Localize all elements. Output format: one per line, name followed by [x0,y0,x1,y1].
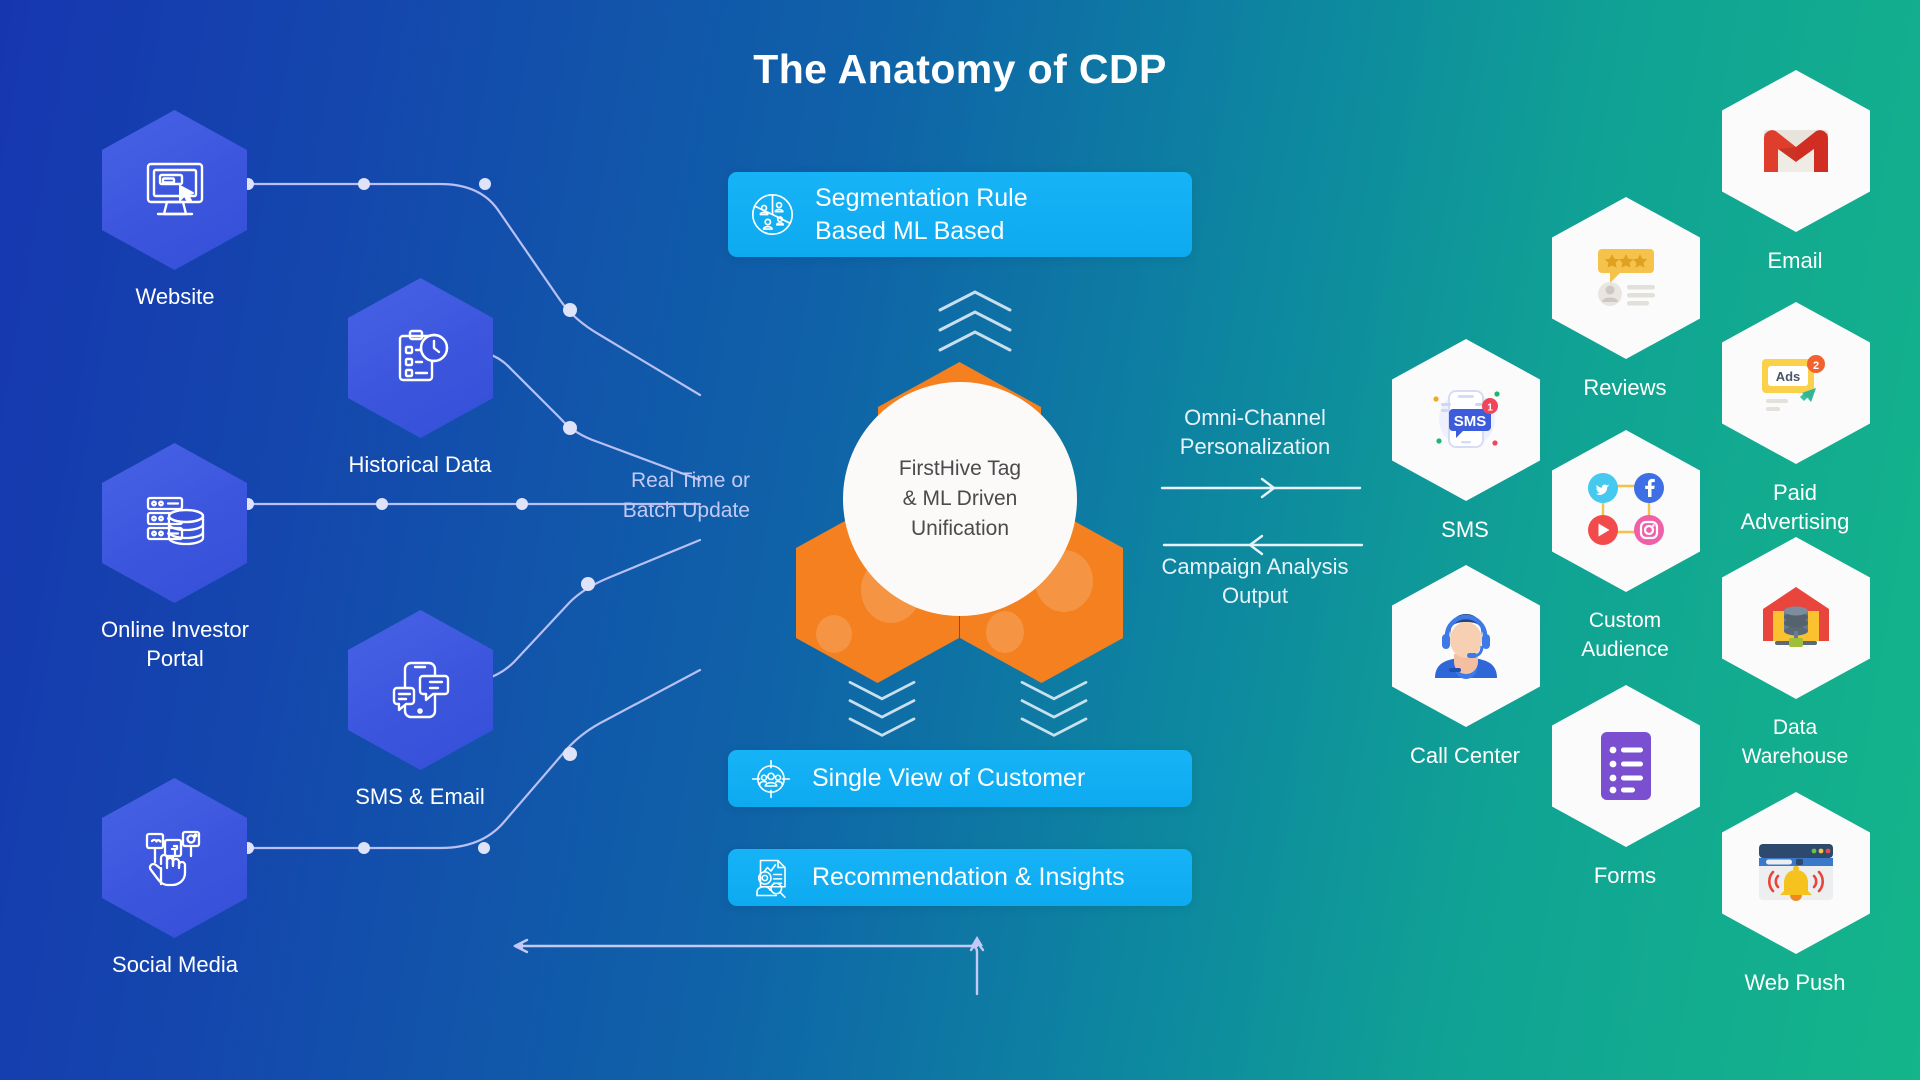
social-hand-icon [145,830,200,887]
banner-recommendation-insights[interactable]: Recommendation & Insights [728,849,1192,906]
destination-label: Paid Advertising [1740,480,1850,534]
flow-label-campaign-analysis: Campaign Analysis Output [1161,554,1349,608]
ads-badge-text: Ads [1776,369,1801,384]
destination-label: Web Push [1744,970,1846,995]
svg-text:1: 1 [1487,403,1493,414]
sms-phone-icon: SMS 1 [1433,390,1500,448]
hexagon-shape [1722,792,1870,954]
chevrons-down-right [1020,680,1088,737]
banner-single-view-of-customer[interactable]: Single View of Customer [728,750,1192,807]
svg-text:SMS: SMS [1454,413,1487,430]
source-label: Website [135,284,215,309]
destination-label: SMS [1441,517,1489,542]
source-label: Online Investor Portal [101,617,249,671]
destination-label: Forms [1593,863,1657,888]
target-people-icon [751,759,791,798]
phone-chat-icon [392,661,449,719]
source-label: SMS & Email [355,784,485,809]
page-title: The Anatomy of CDP [753,46,1167,92]
segmentation-pie-people-icon [751,193,794,236]
hexagon-shape [1722,537,1870,699]
banner-label: Recommendation & Insights [812,863,1125,891]
infographic-canvas: The Anatomy of CDP Real Time or Batch Up… [0,0,1920,1080]
feedback-loop-arrow [513,936,985,996]
svg-text:2: 2 [1813,360,1819,372]
hexagon-shape [102,778,247,938]
banner-label: Single View of Customer [812,764,1086,792]
chevrons-up [938,290,1012,352]
hexagon-shape: Ads 2 [1722,302,1870,464]
clipboard-clock-icon [398,329,448,382]
monitor-cursor-icon [146,162,203,216]
hexagon-shape [102,110,247,270]
ads-icon: Ads 2 [1762,355,1825,411]
warehouse-database-icon [1763,587,1829,647]
source-label: Historical Data [348,452,492,477]
headset-agent-icon [1435,614,1497,679]
banner-segmentation-rule[interactable]: Segmentation Rule Based ML Based [728,172,1192,257]
form-document-icon [1601,732,1651,800]
hexagon-shape [1552,197,1700,359]
report-search-icon [756,859,786,898]
hexagon-shape [1722,70,1870,232]
gmail-icon [1764,130,1828,172]
destination-label: Custom Audience [1581,609,1669,661]
social-network-icon [1588,473,1664,545]
database-server-icon [146,496,204,546]
hexagon-shape [1552,430,1700,592]
core-circle: FirstHive Tag & ML Driven Unification [843,382,1077,616]
chevrons-down-left [848,680,916,737]
banner-label: Segmentation Rule Based ML Based [815,183,1028,245]
flow-label-omni-channel: Omni-Channel Personalization [1179,405,1331,459]
destination-label: Call Center [1409,743,1521,768]
destination-label: Email [1767,248,1823,273]
browser-bell-icon [1759,844,1833,901]
destination-label: Data Warehouse [1741,716,1849,768]
arrow-right-omni-channel [1160,477,1362,499]
source-label: Social Media [112,952,238,977]
hexagon-shape [1552,685,1700,847]
hexagon-shape [1392,565,1540,727]
star-review-icon [1598,249,1655,306]
destination-label: Reviews [1583,375,1667,400]
hexagon-shape [102,443,247,603]
hexagon-shape: SMS 1 [1392,339,1540,501]
